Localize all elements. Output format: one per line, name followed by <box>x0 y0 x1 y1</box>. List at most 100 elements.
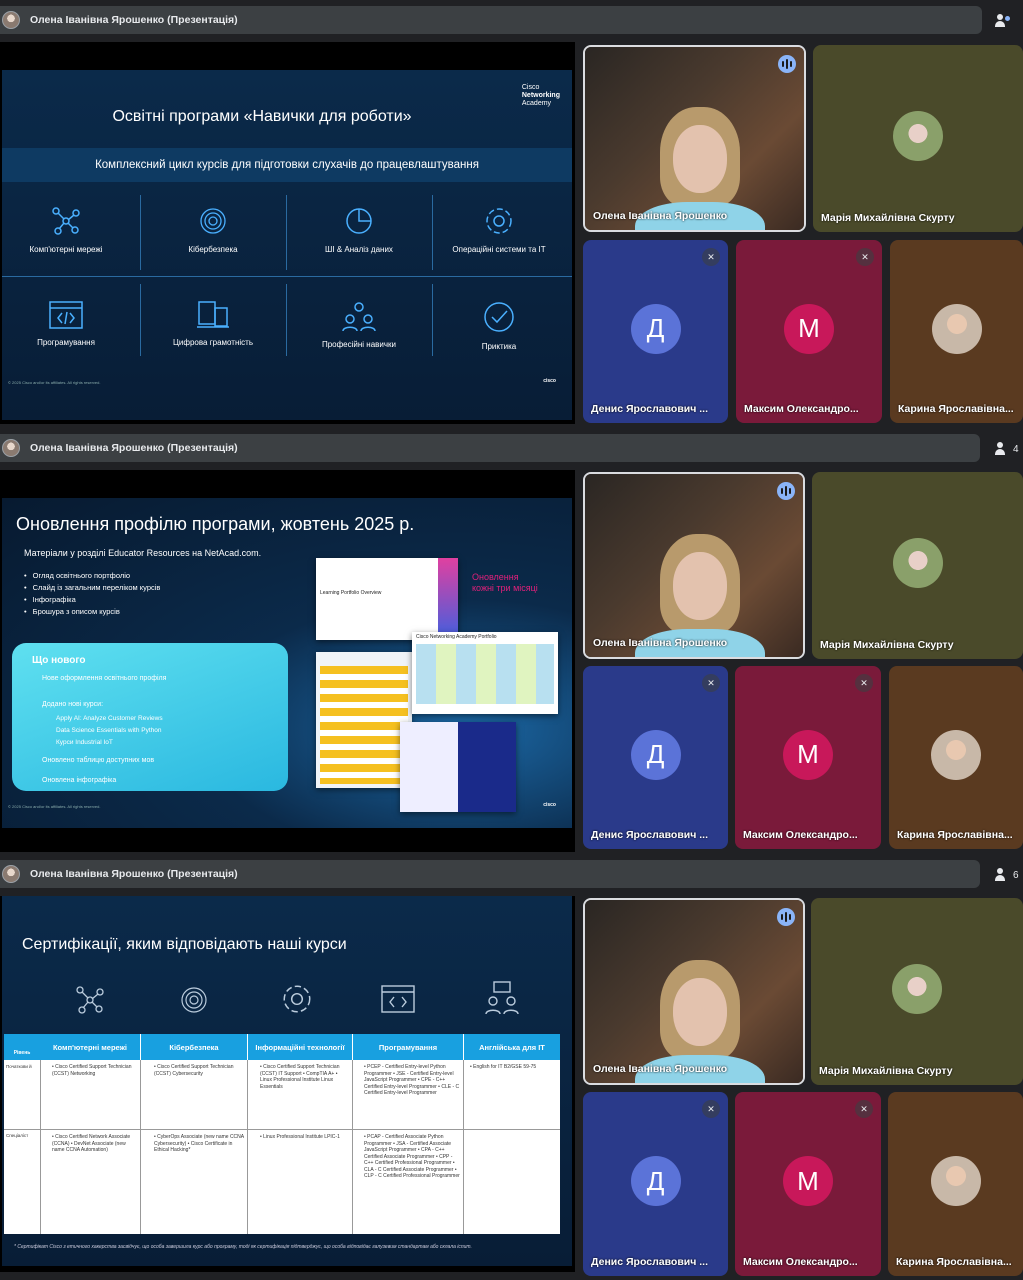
slide-title: Освітні програми «Навички для роботи» <box>112 108 412 125</box>
network-icon <box>76 986 104 1014</box>
gear-icon <box>283 985 311 1013</box>
presenter-title: Олена Іванівна Ярошенко (Презентація) <box>30 442 238 454</box>
participant-tile[interactable]: Карина Ярославівна... <box>888 1092 1023 1276</box>
presenter-avatar <box>2 11 20 29</box>
speaker-video <box>635 960 765 1083</box>
slide-3: Сертифікації, яким відповідають наші кур… <box>2 896 572 1266</box>
slide-band: Комплексний цикл курсів для підготовки с… <box>2 148 572 182</box>
slide-1: Освітні програми «Навички для роботи» Ci… <box>2 70 572 420</box>
speaking-indicator-icon <box>777 908 795 926</box>
avatar: Д <box>630 1156 681 1206</box>
cell-cybersecurity: Кібербезпека <box>142 205 284 254</box>
cell-digital-literacy: Цифрова грамотність <box>142 300 284 347</box>
mic-off-icon: ✕ <box>702 248 720 266</box>
participant-name: Карина Ярославівна... <box>898 403 1014 415</box>
participants-button[interactable]: 6 <box>995 862 1021 888</box>
cell-programming: Програмування <box>2 300 137 347</box>
participant-name: Марія Михайлівна Скурту <box>819 1065 953 1077</box>
bullet-list: Огляд освітнього портфоліоСлайд із загал… <box>24 570 161 618</box>
code-window-icon <box>381 985 415 1013</box>
avatar: Д <box>630 303 681 354</box>
team-chat-icon <box>485 981 519 1015</box>
speaker-video <box>635 107 765 230</box>
participant-name: Денис Ярославович ... <box>591 403 708 415</box>
participant-name: Олена Іванівна Ярошенко <box>593 637 728 649</box>
mic-off-icon: ✕ <box>855 674 873 692</box>
participant-name: Максим Олександро... <box>743 829 858 841</box>
cell-networks: Комп'ютерні мережі <box>2 205 137 254</box>
certifications-table: Рівень Комп'ютерні мережі Кібербезпека І… <box>4 1034 560 1234</box>
cell-practice: Приктика <box>428 300 570 351</box>
participant-name: Максим Олександро... <box>743 1256 858 1268</box>
slide-footer: © 2025 Cisco and/or its affiliates. All … <box>8 380 101 385</box>
update-note: Оновлення кожні три місяці <box>472 572 538 593</box>
infographic-thumbnail <box>316 652 412 788</box>
meeting-view-1: Олена Іванівна Ярошенко (Презентація) Ос… <box>0 0 1023 426</box>
avatar: М <box>783 729 833 780</box>
people-icon <box>995 866 1013 884</box>
avatar: М <box>783 1156 833 1206</box>
pie-chart-icon <box>346 208 372 234</box>
speaker-tile[interactable]: Олена Іванівна Ярошенко <box>583 45 806 232</box>
participant-tile[interactable]: ✕ Д Денис Ярославович ... <box>583 240 728 423</box>
brochure-thumbnail <box>400 722 516 812</box>
cisco-logo: cisco <box>543 378 556 384</box>
presentation-bar[interactable]: Олена Іванівна Ярошенко (Презентація) <box>0 6 982 34</box>
speaking-indicator-icon <box>777 482 795 500</box>
participant-tile[interactable]: ✕ Д Денис Ярославович ... <box>583 666 728 849</box>
participant-name: Карина Ярославівна... <box>896 1256 1012 1268</box>
code-window-icon <box>49 301 83 329</box>
doc-thumbnail: Learning Portfolio Overview <box>316 558 458 640</box>
cell-os-it: Операційні системи та ІТ <box>428 205 570 254</box>
participant-name: Максим Олександро... <box>744 403 859 415</box>
slide-2: Оновлення профілю програми, жовтень 2025… <box>2 498 572 828</box>
speaker-tile[interactable]: Олена Іванівна Ярошенко <box>583 898 805 1085</box>
presentation-bar[interactable]: Олена Іванівна Ярошенко (Презентація) <box>0 434 980 462</box>
participant-tile[interactable]: Марія Михайлівна Скурту <box>812 472 1023 659</box>
participant-tile[interactable]: Марія Михайлівна Скурту <box>813 45 1023 232</box>
participant-tile[interactable]: ✕ М Максим Олександро... <box>735 666 881 849</box>
presentation-bar[interactable]: Олена Іванівна Ярошенко (Презентація) <box>0 860 980 888</box>
participant-tile[interactable]: Карина Ярославівна... <box>889 666 1023 849</box>
participant-name: Олена Іванівна Ярошенко <box>593 1063 728 1075</box>
speaker-tile[interactable]: Олена Іванівна Ярошенко <box>583 472 805 659</box>
cell-ai-data: ШІ & Аналіз даних <box>288 205 430 254</box>
table-thumbnail: Cisco Networking Academy Portfolio <box>412 632 558 714</box>
mic-off-icon: ✕ <box>702 1100 720 1118</box>
presenter-avatar <box>2 865 20 883</box>
presenter-title: Олена Іванівна Ярошенко (Презентація) <box>30 14 238 26</box>
presenter-title: Олена Іванівна Ярошенко (Презентація) <box>30 868 238 880</box>
cisco-academy-logo: Cisco Networking Academy <box>521 84 560 107</box>
avatar <box>892 963 942 1014</box>
avatar <box>892 537 943 588</box>
fingerprint-icon <box>200 208 226 234</box>
slide-title: Сертифікації, яким відповідають наші кур… <box>22 936 347 953</box>
mic-off-icon: ✕ <box>856 248 874 266</box>
participant-tile[interactable]: ✕ М Максим Олександро... <box>736 240 882 423</box>
avatar <box>893 110 943 161</box>
check-circle-icon <box>484 302 514 332</box>
speaker-video <box>635 534 765 657</box>
participant-tile[interactable]: ✕ Д Денис Ярославович ... <box>583 1092 728 1276</box>
participants-button[interactable]: 4 <box>995 436 1021 462</box>
team-icon <box>342 302 376 332</box>
participant-name: Денис Ярославович ... <box>591 829 708 841</box>
participant-name: Марія Михайлівна Скурту <box>821 212 955 224</box>
whats-new-box: Що нового Нове оформлення освітнього про… <box>12 643 288 791</box>
slide-title: Оновлення профілю програми, жовтень 2025… <box>16 514 415 534</box>
avatar: Д <box>630 729 681 780</box>
shared-screen: Освітні програми «Навички для роботи» Ci… <box>0 42 575 424</box>
cell-professional-skills: Професійні навички <box>288 300 430 349</box>
avatar: М <box>784 303 834 354</box>
participant-tile[interactable]: Марія Михайлівна Скурту <box>811 898 1023 1085</box>
mic-off-icon: ✕ <box>855 1100 873 1118</box>
participant-tile[interactable]: ✕ М Максим Олександро... <box>735 1092 881 1276</box>
cisco-logo: cisco <box>543 802 556 808</box>
participant-tile[interactable]: Карина Ярославівна... <box>890 240 1023 423</box>
speaking-indicator-icon <box>778 55 796 73</box>
gear-icon <box>486 208 512 234</box>
fingerprint-icon <box>181 987 207 1013</box>
avatar <box>931 729 981 780</box>
participants-button[interactable] <box>995 8 1021 34</box>
people-icon <box>995 440 1013 458</box>
